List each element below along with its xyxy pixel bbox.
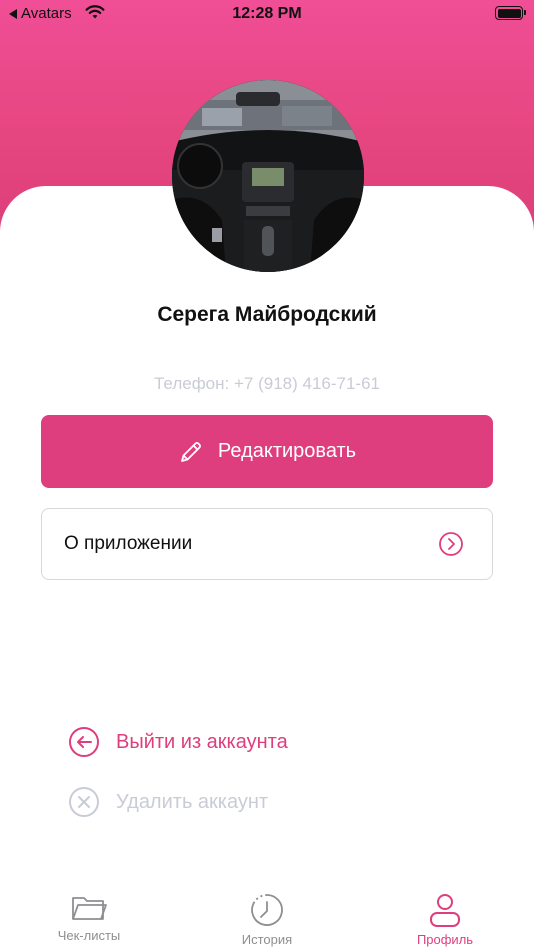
history-icon <box>251 894 283 926</box>
avatar[interactable] <box>172 80 364 272</box>
tab-bar: Чек-листы История Профиль <box>0 880 534 950</box>
tab-profile-label: Профиль <box>416 932 474 947</box>
status-bar: Avatars 12:28 PM <box>0 0 534 30</box>
logout-icon <box>69 727 99 757</box>
tab-history-label: История <box>241 932 293 947</box>
tab-profile[interactable]: Профиль <box>356 880 534 950</box>
edit-profile-button[interactable]: Редактировать <box>41 415 493 488</box>
chevron-right-circle-icon <box>439 532 463 556</box>
tab-checklists[interactable]: Чек-листы <box>0 880 178 950</box>
pencil-icon <box>181 441 201 462</box>
profile-icon <box>430 894 460 927</box>
battery-icon <box>495 6 526 20</box>
edit-profile-label: Редактировать <box>217 440 357 462</box>
profile-name: Серега Майбродский <box>157 303 377 326</box>
about-app-label: О приложении <box>64 533 193 554</box>
close-circle-icon <box>69 787 99 817</box>
delete-account-button[interactable]: Удалить аккаунт <box>68 786 268 818</box>
logout-button[interactable]: Выйти из аккаунта <box>68 726 288 758</box>
avatar-photo <box>172 80 364 272</box>
delete-account-label: Удалить аккаунт <box>116 790 269 813</box>
folder-icon <box>72 897 107 920</box>
about-app-row[interactable]: О приложении <box>41 508 493 580</box>
logout-label: Выйти из аккаунта <box>116 730 288 753</box>
tab-history[interactable]: История <box>178 880 356 950</box>
tab-checklists-label: Чек-листы <box>57 928 121 943</box>
profile-phone: Телефон: +7 (918) 416-71-61 <box>154 374 380 393</box>
clock: 12:28 PM <box>232 5 302 22</box>
